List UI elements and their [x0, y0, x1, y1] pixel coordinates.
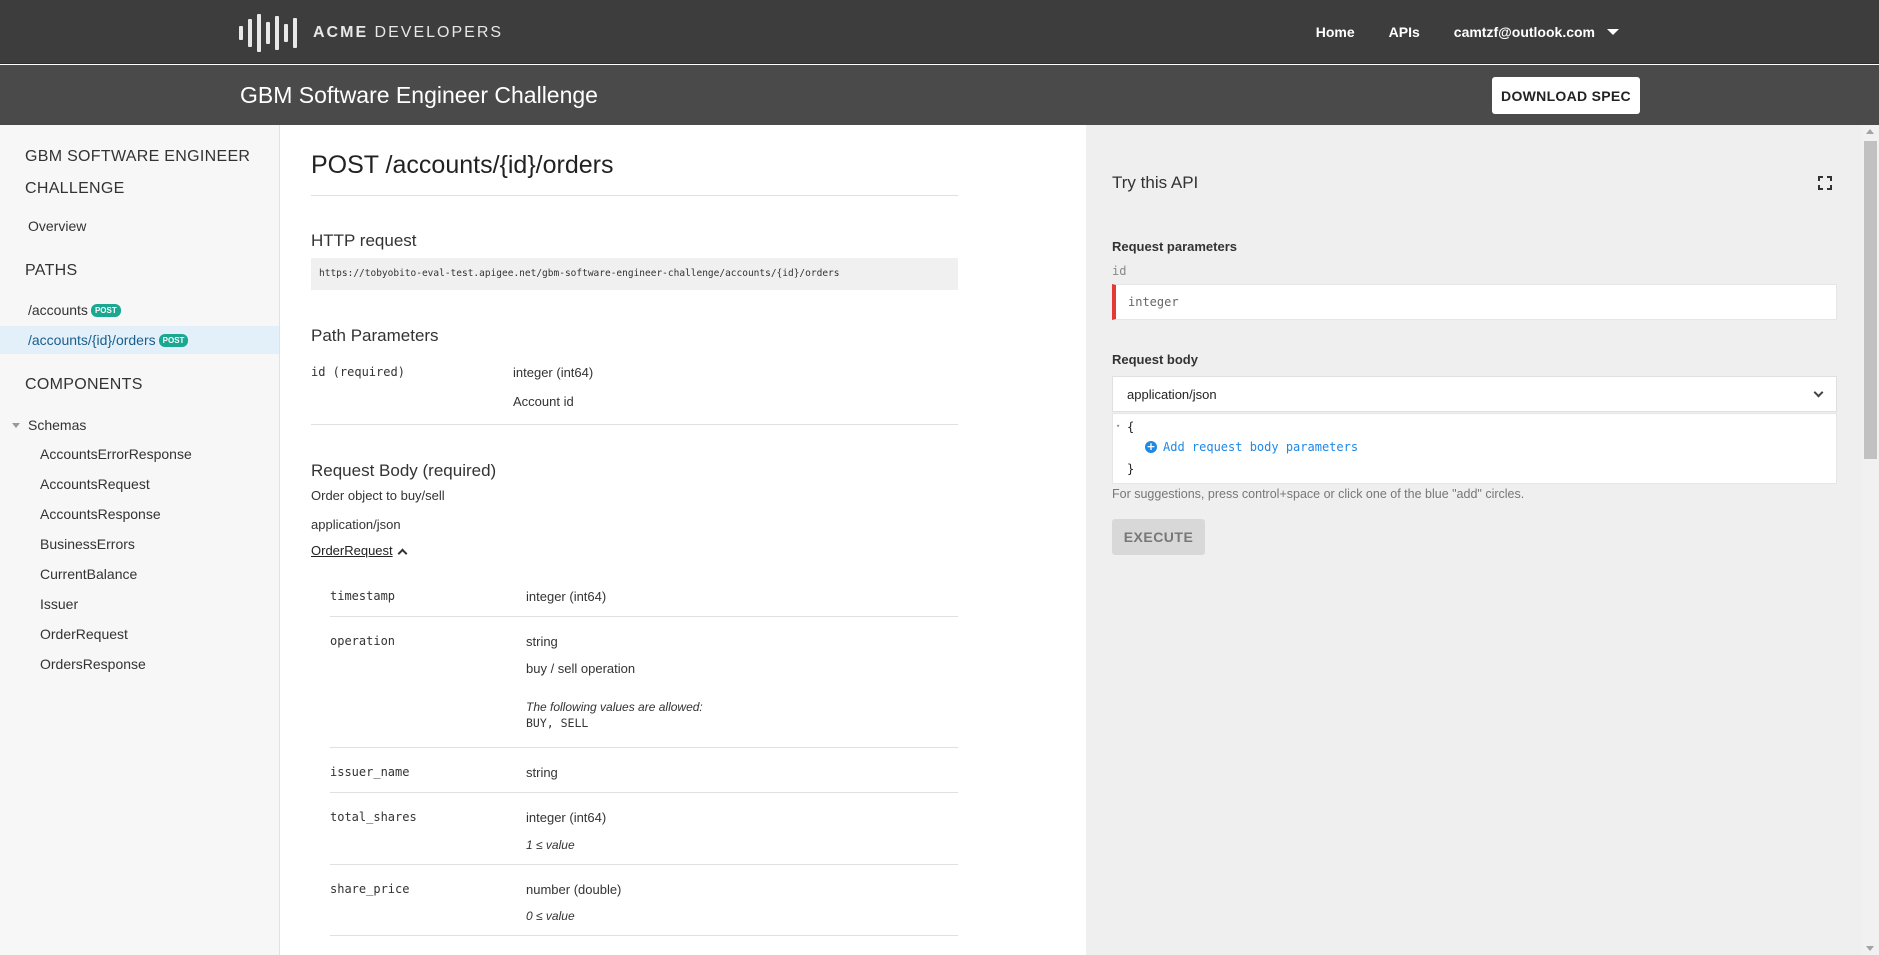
field-name: operation	[330, 634, 396, 648]
api-title: GBM Software Engineer Challenge	[240, 82, 598, 108]
fold-icon[interactable]: ▾	[1116, 422, 1120, 430]
schema-item[interactable]: CurrentBalance	[40, 566, 137, 582]
logo-text: ACME DEVELOPERS	[313, 24, 504, 41]
user-email: camtzf@outlook.com	[1453, 24, 1595, 40]
field-type: string	[526, 634, 558, 649]
content-type: application/json	[311, 517, 401, 532]
divider	[330, 616, 958, 617]
add-body-params-label: Add request body parameters	[1163, 440, 1359, 454]
request-url: https://tobyobito-eval-test.apigee.net/g…	[311, 258, 958, 290]
api-subheader: GBM Software Engineer Challenge DOWNLOAD…	[0, 65, 1879, 125]
sidebar-item-accounts[interactable]: /accounts POST	[0, 296, 279, 324]
add-circle-icon: +	[1145, 440, 1157, 453]
divider	[311, 195, 958, 196]
acme-logo[interactable]: ACME DEVELOPERS	[239, 14, 503, 52]
page-scrollbar[interactable]	[1862, 125, 1879, 955]
execute-button[interactable]: EXECUTE	[1112, 519, 1205, 555]
components-heading: COMPONENTS	[25, 376, 143, 393]
field-constraint: 1 ≤ value	[526, 838, 575, 852]
paths-heading: PATHS	[25, 262, 78, 279]
triangle-down-icon	[12, 422, 20, 428]
field-constraint: 0 ≤ value	[526, 909, 575, 923]
top-navbar: ACME DEVELOPERS Home APIs camtzf@outlook…	[0, 0, 1879, 64]
request-body-heading: Request Body (required)	[311, 461, 497, 480]
scrollbar-thumb[interactable]	[1864, 141, 1877, 459]
scroll-up-arrow-icon[interactable]	[1866, 129, 1874, 134]
chevron-up-icon	[397, 548, 408, 559]
download-spec-button[interactable]: DOWNLOAD SPEC	[1492, 77, 1640, 114]
request-body-editor[interactable]: ▾ { + Add request body parameters }	[1112, 413, 1837, 484]
field-name: timestamp	[330, 589, 396, 603]
field-name: issuer_name	[330, 765, 410, 779]
field-name: share_price	[330, 882, 410, 896]
schema-item[interactable]: Issuer	[40, 596, 78, 612]
field-type: string	[526, 765, 558, 780]
schema-item[interactable]: OrderRequest	[40, 626, 128, 642]
schema-item[interactable]: AccountsErrorResponse	[40, 446, 192, 462]
divider	[311, 424, 958, 425]
path-params-heading: Path Parameters	[311, 326, 439, 345]
sidebar-title: GBM SOFTWARE ENGINEER CHALLENGE	[25, 148, 251, 197]
fullscreen-icon[interactable]	[1818, 176, 1832, 190]
content-type-select[interactable]: application/json	[1112, 376, 1837, 412]
scroll-down-arrow-icon[interactable]	[1866, 946, 1874, 951]
main-content: POST /accounts/{id}/orders HTTP request …	[281, 125, 1086, 955]
param-type: integer (int64)	[513, 365, 594, 380]
allowed-values: BUY, SELL	[526, 716, 589, 730]
field-type: integer (int64)	[526, 589, 607, 604]
schema-item[interactable]: AccountsResponse	[40, 506, 161, 522]
chevron-down-icon	[1813, 387, 1824, 397]
caret-down-icon	[1607, 29, 1619, 35]
divider	[330, 864, 958, 865]
id-param-label: id	[1112, 264, 1127, 278]
fields-table: timestamp integer (int64) operation stri…	[330, 570, 958, 955]
content-type-value: application/json	[1127, 386, 1217, 402]
editor-open-brace: {	[1127, 420, 1135, 434]
user-menu[interactable]: camtzf@outlook.com	[1454, 24, 1619, 40]
try-api-panel: Try this API Request parameters id Reque…	[1086, 125, 1862, 955]
editor-close-brace: }	[1127, 462, 1135, 476]
request-body-label: Request body	[1112, 352, 1198, 367]
request-body-description: Order object to buy/sell	[311, 488, 445, 503]
id-input[interactable]	[1112, 284, 1837, 320]
param-description: Account id	[513, 394, 574, 409]
request-params-label: Request parameters	[1112, 239, 1237, 254]
sidebar-item-accounts-orders[interactable]: /accounts/{id}/orders POST	[0, 326, 279, 354]
divider	[330, 792, 958, 793]
schema-item[interactable]: AccountsRequest	[40, 476, 150, 492]
http-request-heading: HTTP request	[311, 231, 417, 250]
try-api-title: Try this API	[1112, 173, 1199, 192]
schemas-label: Schemas	[28, 417, 87, 433]
sidebar-item-label: /accounts/{id}/orders	[28, 332, 156, 348]
schema-item[interactable]: OrdersResponse	[40, 656, 146, 672]
sidebar-item-label: /accounts	[28, 302, 88, 318]
divider	[330, 935, 958, 936]
nav-apis-link[interactable]: APIs	[1389, 24, 1420, 40]
method-badge: POST	[158, 333, 189, 347]
schema-link[interactable]: OrderRequest	[311, 543, 393, 558]
field-type: integer (int64)	[526, 810, 607, 825]
method-badge: POST	[90, 303, 121, 317]
allowed-values-label: The following values are allowed:	[526, 700, 703, 714]
field-type: number (double)	[526, 882, 622, 897]
top-nav: Home APIs camtzf@outlook.com	[1316, 0, 1619, 64]
endpoint-title: POST /accounts/{id}/orders	[311, 151, 614, 179]
sidebar: GBM SOFTWARE ENGINEER CHALLENGE Overview…	[0, 125, 280, 955]
field-description: buy / sell operation	[526, 661, 636, 676]
schema-item[interactable]: BusinessErrors	[40, 536, 135, 552]
field-name: total_shares	[330, 810, 417, 824]
schemas-toggle[interactable]: Schemas	[12, 417, 86, 433]
add-body-params-button[interactable]: + Add request body parameters	[1145, 440, 1358, 454]
nav-home-link[interactable]: Home	[1316, 24, 1355, 40]
schema-toggle[interactable]: OrderRequest	[311, 543, 408, 559]
editor-hint: For suggestions, press control+space or …	[1112, 487, 1525, 501]
divider	[330, 747, 958, 748]
param-name: id (required)	[311, 365, 405, 379]
logo-bars-icon	[239, 14, 297, 52]
sidebar-item-overview[interactable]: Overview	[28, 218, 86, 234]
